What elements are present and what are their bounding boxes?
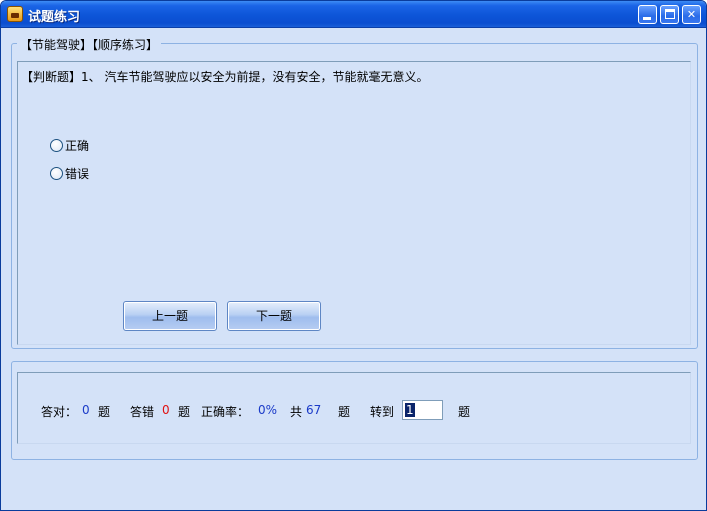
- total-unit: 题: [338, 405, 351, 419]
- wrong-unit: 题: [178, 405, 191, 419]
- window-title: 试题练习: [28, 10, 81, 25]
- maximize-icon: [665, 9, 675, 19]
- radio-true[interactable]: [50, 138, 63, 152]
- wrong-count: 0: [162, 403, 170, 417]
- goto-label: 转到: [370, 405, 395, 419]
- option-false[interactable]: 错误: [50, 165, 89, 181]
- close-button[interactable]: ✕: [682, 5, 701, 24]
- minimize-icon: [643, 17, 651, 20]
- goto-unit: 题: [458, 405, 471, 419]
- correct-unit: 题: [98, 405, 111, 419]
- title-bar[interactable]: 试题练习 ✕: [1, 1, 706, 28]
- total-label: 共: [290, 405, 303, 419]
- goto-input-value: 1: [405, 403, 415, 417]
- app-icon: [7, 6, 23, 22]
- accuracy-value: 0%: [258, 403, 278, 417]
- correct-label: 答对：: [41, 405, 78, 419]
- prev-question-button[interactable]: 上一题: [123, 301, 217, 331]
- question-text: 【判断题】1、 汽车节能驾驶应以安全为前提，没有安全，节能就毫无意义。: [21, 70, 429, 84]
- radio-false[interactable]: [50, 166, 63, 180]
- goto-question-input[interactable]: 1: [402, 400, 443, 420]
- question-panel: [17, 61, 691, 345]
- minimize-button[interactable]: [638, 5, 657, 24]
- close-icon: ✕: [686, 8, 697, 21]
- question-group-legend: 【节能驾驶】【顺序练习】: [17, 36, 162, 53]
- correct-count: 0: [82, 403, 90, 417]
- status-panel: [17, 372, 691, 444]
- next-question-button[interactable]: 下一题: [227, 301, 321, 331]
- accuracy-label: 正确率：: [201, 405, 250, 419]
- option-false-label: 错误: [65, 166, 90, 181]
- option-true[interactable]: 正确: [50, 137, 89, 153]
- option-true-label: 正确: [65, 138, 90, 153]
- wrong-label: 答错: [130, 405, 155, 419]
- practice-window: 试题练习 ✕ 【节能驾驶】【顺序练习】 【判断题】1、 汽车节能驾驶应以安全为前…: [0, 0, 707, 511]
- maximize-button[interactable]: [660, 5, 679, 24]
- total-count: 67: [306, 403, 322, 417]
